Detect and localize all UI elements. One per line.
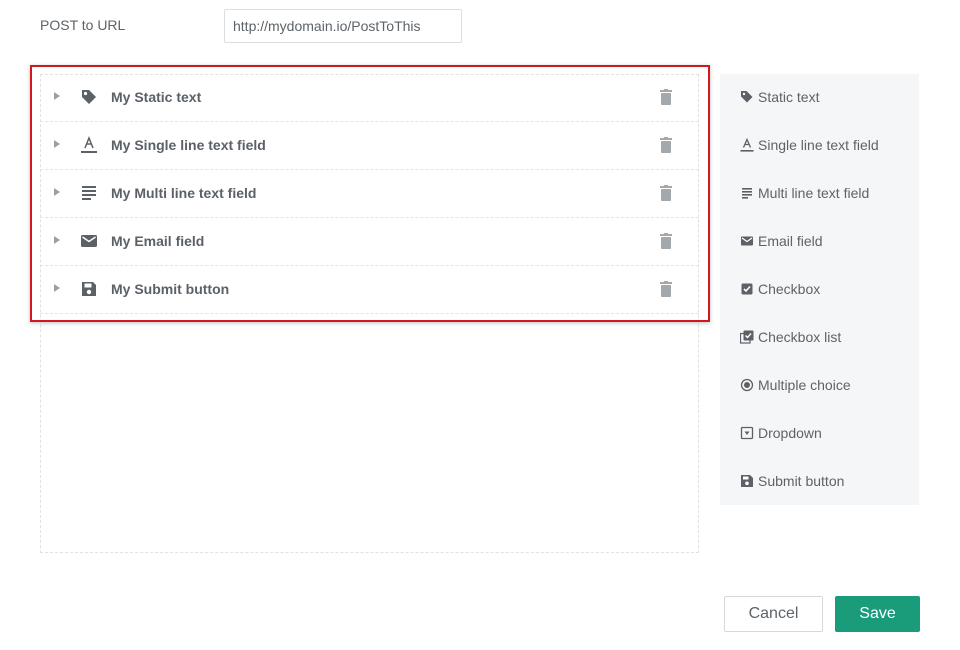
form-field-name: My Single line text field bbox=[111, 137, 266, 153]
palette-item-email-field[interactable]: Email field bbox=[720, 218, 919, 266]
palette-item-label: Checkbox bbox=[758, 281, 821, 297]
palette-item-dropdown[interactable]: Dropdown bbox=[720, 410, 919, 458]
palette-item-multiple-choice[interactable]: Multiple choice bbox=[720, 362, 919, 410]
palette-item-label: Multiple choice bbox=[758, 377, 851, 393]
radio-icon bbox=[740, 378, 754, 392]
form-field-name: My Multi line text field bbox=[111, 185, 257, 201]
palette-item-checkbox-list[interactable]: Checkbox list bbox=[720, 314, 919, 362]
envelope-icon bbox=[741, 236, 753, 246]
trash-icon[interactable] bbox=[659, 185, 673, 201]
floppy-disk-icon bbox=[741, 475, 753, 487]
floppy-disk-icon bbox=[82, 282, 96, 296]
palette-item-submit-button[interactable]: Submit button bbox=[720, 458, 919, 506]
form-field-name: My Email field bbox=[111, 233, 205, 249]
palette-item-single-line-text-field[interactable]: Single line text field bbox=[720, 122, 919, 170]
text-format-icon bbox=[81, 136, 97, 153]
tag-icon bbox=[82, 90, 96, 104]
trash-icon[interactable] bbox=[659, 233, 673, 249]
text-format-icon bbox=[740, 138, 754, 152]
save-button[interactable]: Save bbox=[835, 596, 920, 632]
expand-caret-icon[interactable] bbox=[54, 284, 60, 292]
form-field-name: My Static text bbox=[111, 89, 202, 105]
expand-caret-icon[interactable] bbox=[54, 236, 60, 244]
form-field-list: My Static text My Single line text field… bbox=[40, 74, 699, 314]
paragraph-lines-icon bbox=[82, 186, 96, 200]
palette-item-static-text[interactable]: Static text bbox=[720, 74, 919, 122]
palette-item-label: Checkbox list bbox=[758, 329, 842, 345]
envelope-icon bbox=[81, 235, 97, 247]
post-url-label: POST to URL bbox=[40, 17, 126, 33]
palette-item-label: Submit button bbox=[758, 473, 845, 489]
palette-item-multi-line-text-field[interactable]: Multi line text field bbox=[720, 170, 919, 218]
trash-icon[interactable] bbox=[659, 281, 673, 297]
dropdown-box-icon bbox=[740, 426, 754, 440]
palette-item-label: Dropdown bbox=[758, 425, 822, 441]
post-url-input[interactable] bbox=[224, 9, 462, 43]
paragraph-lines-icon bbox=[742, 188, 752, 199]
checkbox-list-icon bbox=[740, 330, 754, 344]
palette-item-label: Single line text field bbox=[758, 137, 879, 153]
expand-caret-icon[interactable] bbox=[54, 140, 60, 148]
palette-item-checkbox[interactable]: Checkbox bbox=[720, 266, 919, 314]
form-field-row[interactable]: My Multi line text field bbox=[40, 170, 699, 218]
expand-caret-icon[interactable] bbox=[54, 92, 60, 100]
checkbox-icon bbox=[741, 283, 753, 295]
palette-item-label: Multi line text field bbox=[758, 185, 870, 201]
expand-caret-icon[interactable] bbox=[54, 188, 60, 196]
trash-icon[interactable] bbox=[659, 89, 673, 105]
form-field-row[interactable]: My Single line text field bbox=[40, 122, 699, 170]
cancel-button[interactable]: Cancel bbox=[724, 596, 823, 632]
form-field-row[interactable]: My Submit button bbox=[40, 266, 699, 314]
form-field-row[interactable]: My Email field bbox=[40, 218, 699, 266]
palette-item-label: Static text bbox=[758, 89, 820, 105]
form-field-row[interactable]: My Static text bbox=[40, 74, 699, 122]
form-field-name: My Submit button bbox=[111, 281, 230, 297]
field-palette: Static text Single line text field Multi… bbox=[720, 74, 919, 505]
palette-item-label: Email field bbox=[758, 233, 823, 249]
trash-icon[interactable] bbox=[659, 137, 673, 153]
tag-icon bbox=[741, 91, 753, 103]
